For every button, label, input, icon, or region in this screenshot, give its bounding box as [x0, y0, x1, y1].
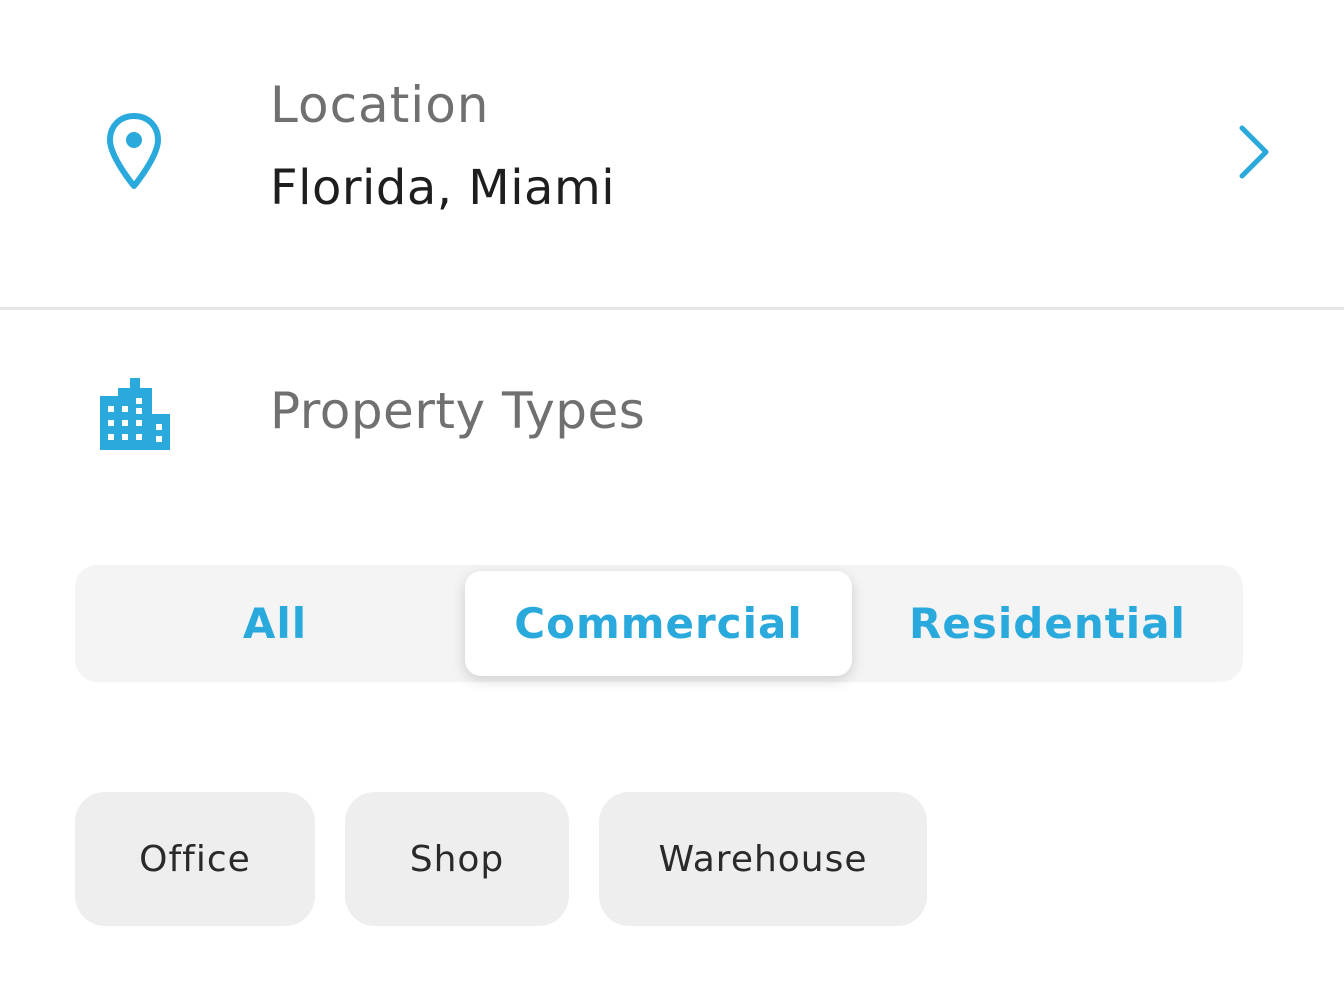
chip-office[interactable]: Office	[75, 792, 315, 926]
property-types-label: Property Types	[270, 382, 646, 440]
segment-commercial[interactable]: Commercial	[465, 571, 852, 676]
location-row[interactable]: Location Florida, Miami	[0, 0, 1344, 308]
filter-page: Location Florida, Miami Property Types A…	[0, 0, 1344, 997]
divider	[0, 307, 1344, 310]
map-pin-icon	[107, 113, 161, 189]
location-value: Florida, Miami	[270, 160, 616, 216]
chip-warehouse[interactable]: Warehouse	[599, 792, 927, 926]
property-category-segmented-control: All Commercial Residential	[75, 565, 1243, 682]
segment-all[interactable]: All	[75, 565, 475, 682]
chevron-right-icon[interactable]	[1232, 122, 1276, 182]
location-label: Location	[270, 76, 490, 134]
building-icon	[100, 378, 170, 450]
chip-shop[interactable]: Shop	[345, 792, 569, 926]
segment-residential[interactable]: Residential	[852, 565, 1243, 682]
